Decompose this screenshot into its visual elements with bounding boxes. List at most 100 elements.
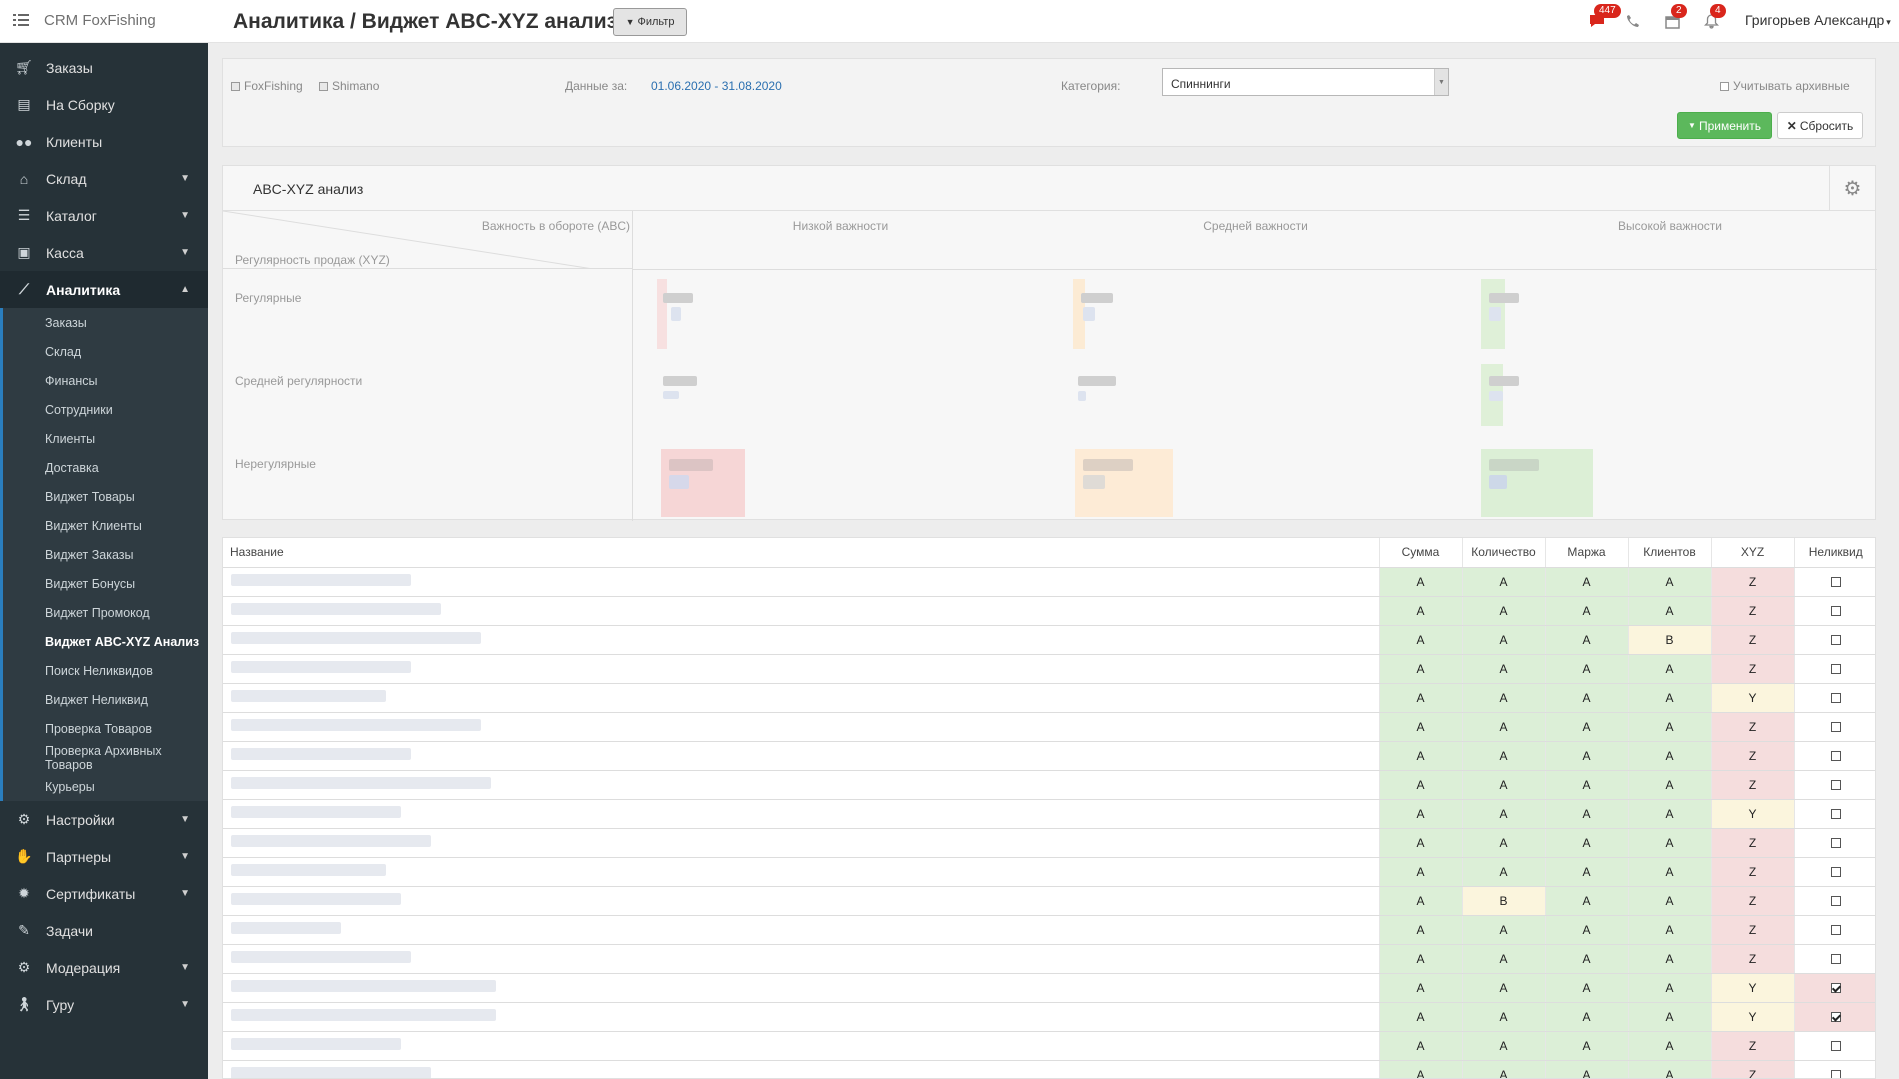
table-row[interactable]: AAABZ — [223, 625, 1875, 655]
bell-icon[interactable]: 4 — [1700, 4, 1726, 32]
illiquid-checkbox[interactable] — [1830, 809, 1841, 820]
submenu-item[interactable]: Виджет Промокод — [3, 598, 208, 627]
table-row[interactable]: AAAAY — [223, 1002, 1875, 1032]
product-name-cell[interactable] — [223, 567, 1379, 597]
matrix-cell-content[interactable] — [1489, 293, 1519, 303]
table-row[interactable]: AAAAZ — [223, 712, 1875, 742]
product-name-cell[interactable] — [223, 915, 1379, 945]
illiquid-checkbox[interactable] — [1830, 1012, 1841, 1023]
table-row[interactable]: AAAAY — [223, 683, 1875, 713]
illiquid-checkbox[interactable] — [1830, 577, 1841, 588]
matrix-cell-content[interactable] — [663, 376, 697, 386]
table-row[interactable]: AAAAZ — [223, 915, 1875, 945]
table-row[interactable]: AAAAZ — [223, 857, 1875, 887]
table-row[interactable]: AAAAZ — [223, 1031, 1875, 1061]
illiquid-checkbox[interactable] — [1830, 606, 1841, 617]
phone-icon[interactable] — [1622, 10, 1644, 32]
filter-toggle-button[interactable]: ▼ Фильтр — [613, 8, 687, 36]
gear-icon[interactable]: ⚙ — [1829, 166, 1875, 211]
illiquid-checkbox[interactable] — [1830, 983, 1841, 994]
hamburger-menu-icon[interactable] — [13, 12, 29, 28]
submenu-item[interactable]: Склад — [3, 337, 208, 366]
col-header-sum[interactable]: Сумма — [1378, 538, 1462, 568]
product-name-cell[interactable] — [223, 1002, 1379, 1032]
brand-name[interactable]: CRM FoxFishing — [44, 12, 156, 29]
product-name-cell[interactable] — [223, 683, 1379, 713]
sidebar-item-moderation[interactable]: ⚙ Модерация ▼ — [0, 949, 208, 986]
product-name-cell[interactable] — [223, 596, 1379, 626]
matrix-cell-content[interactable] — [1489, 391, 1503, 401]
table-row[interactable]: AAAAZ — [223, 1060, 1875, 1078]
product-name-cell[interactable] — [223, 712, 1379, 742]
submenu-item-active[interactable]: Виджет ABC-XYZ Анализ — [3, 627, 208, 656]
matrix-cell-content[interactable] — [669, 475, 689, 489]
matrix-cell-content[interactable] — [663, 293, 693, 303]
submenu-item[interactable]: Поиск Неликвидов — [3, 656, 208, 685]
matrix-cell-content[interactable] — [1078, 391, 1086, 401]
matrix-cell-content[interactable] — [1078, 376, 1116, 386]
product-name-cell[interactable] — [223, 828, 1379, 858]
apply-button[interactable]: ▼ Применить — [1677, 112, 1772, 139]
matrix-cell-content[interactable] — [669, 459, 713, 471]
product-name-cell[interactable] — [223, 654, 1379, 684]
matrix-cell-content[interactable] — [1083, 307, 1095, 321]
sidebar-item-analytics[interactable]: ⟋ Аналитика ▲ — [0, 271, 208, 308]
sidebar-item-warehouse[interactable]: ⌂ Склад ▼ — [0, 160, 208, 197]
col-header-clients[interactable]: Клиентов — [1627, 538, 1711, 568]
illiquid-checkbox[interactable] — [1830, 954, 1841, 965]
submenu-item[interactable]: Курьеры — [3, 772, 208, 801]
sidebar-item-guru[interactable]: 🚶︎ Гуру ▼ — [0, 986, 208, 1023]
product-name-cell[interactable] — [223, 770, 1379, 800]
table-row[interactable]: AAAAY — [223, 973, 1875, 1003]
product-name-cell[interactable] — [223, 1060, 1379, 1078]
table-row[interactable]: ABAAZ — [223, 886, 1875, 916]
submenu-item[interactable]: Виджет Товары — [3, 482, 208, 511]
product-name-cell[interactable] — [223, 944, 1379, 974]
product-name-cell[interactable] — [223, 973, 1379, 1003]
sidebar-item-orders[interactable]: 🛒︎ Заказы — [0, 49, 208, 86]
submenu-item[interactable]: Виджет Клиенты — [3, 511, 208, 540]
illiquid-checkbox[interactable] — [1830, 867, 1841, 878]
illiquid-checkbox[interactable] — [1830, 896, 1841, 907]
matrix-cell-content[interactable] — [1489, 459, 1539, 471]
matrix-cell-content[interactable] — [1489, 475, 1507, 489]
illiquid-checkbox[interactable] — [1830, 635, 1841, 646]
submenu-item[interactable]: Доставка — [3, 453, 208, 482]
product-name-cell[interactable] — [223, 886, 1379, 916]
table-row[interactable]: AAAAZ — [223, 567, 1875, 597]
submenu-item[interactable]: Виджет Заказы — [3, 540, 208, 569]
calendar-icon[interactable]: 2 — [1661, 4, 1687, 32]
checkbox[interactable] — [319, 82, 328, 92]
matrix-cell-content[interactable] — [663, 391, 679, 399]
product-name-cell[interactable] — [223, 741, 1379, 771]
category-select[interactable]: Спиннинги ▼ — [1162, 68, 1449, 96]
illiquid-checkbox[interactable] — [1830, 1070, 1841, 1078]
submenu-item[interactable]: Проверка Товаров — [3, 714, 208, 743]
sidebar-item-catalog[interactable]: ☰ Каталог ▼ — [0, 197, 208, 234]
sidebar-item-assembly[interactable]: ▤ На Сборку — [0, 86, 208, 123]
col-header-qty[interactable]: Количество — [1461, 538, 1545, 568]
product-name-cell[interactable] — [223, 1031, 1379, 1061]
sidebar-item-partners[interactable]: ✋ Партнеры ▼ — [0, 838, 208, 875]
brand-filter-shimano[interactable]: Shimano — [319, 79, 379, 93]
table-row[interactable]: AAAAY — [223, 799, 1875, 829]
product-name-cell[interactable] — [223, 857, 1379, 887]
col-header-illiquid[interactable]: Неликвид — [1793, 538, 1875, 568]
period-value[interactable]: 01.06.2020 - 31.08.2020 — [651, 79, 782, 93]
sidebar-item-tasks[interactable]: ✎ Задачи — [0, 912, 208, 949]
col-header-margin[interactable]: Маржа — [1544, 538, 1628, 568]
sidebar-item-certificates[interactable]: ✹ Сертификаты ▼ — [0, 875, 208, 912]
submenu-item[interactable]: Финансы — [3, 366, 208, 395]
chat-icon[interactable]: 447 — [1586, 4, 1621, 32]
checkbox[interactable] — [1720, 82, 1729, 92]
user-menu[interactable]: Григорьев Александр ▾ — [1745, 12, 1891, 28]
illiquid-checkbox[interactable] — [1830, 780, 1841, 791]
table-row[interactable]: AAAAZ — [223, 654, 1875, 684]
illiquid-checkbox[interactable] — [1830, 925, 1841, 936]
submenu-item[interactable]: Сотрудники — [3, 395, 208, 424]
submenu-item[interactable]: Проверка Архивных Товаров — [3, 743, 208, 772]
illiquid-checkbox[interactable] — [1830, 664, 1841, 675]
sidebar-item-settings[interactable]: ⚙ Настройки ▼ — [0, 801, 208, 838]
reset-button[interactable]: ✕ Сбросить — [1777, 112, 1863, 139]
checkbox[interactable] — [231, 82, 240, 92]
